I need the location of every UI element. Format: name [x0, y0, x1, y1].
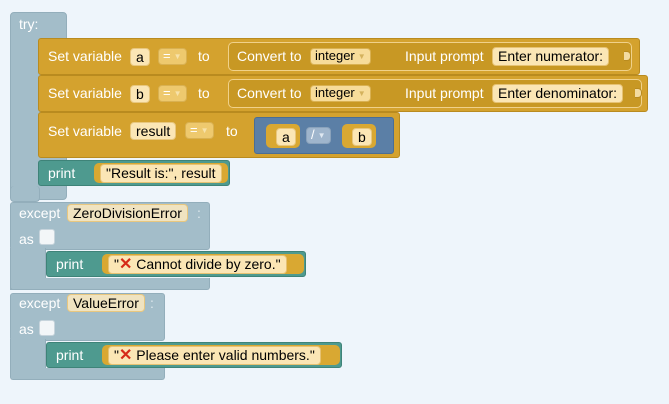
except-keyword: except: [19, 295, 61, 311]
print-args-field[interactable]: "Result is:", result: [100, 164, 222, 183]
try-block-footer: [10, 186, 40, 202]
error-message-text: Please enter valid numbers.": [136, 347, 315, 363]
print-label: print: [56, 347, 84, 363]
dropdown-arrow-icon: ▼: [173, 89, 182, 98]
dropdown-arrow-icon: ▼: [357, 52, 366, 61]
print-message-field[interactable]: "✕ Cannot divide by zero.": [108, 255, 287, 274]
variable-name-b[interactable]: b: [130, 85, 150, 103]
set-variable-label: Set variable: [48, 85, 122, 101]
operand-a[interactable]: a: [276, 128, 296, 146]
as-keyword: as: [19, 231, 34, 247]
assign-operator: =: [163, 48, 171, 63]
variable-name-result[interactable]: result: [130, 122, 177, 140]
to-label: to: [198, 48, 210, 64]
type-value: integer: [315, 85, 355, 100]
type-dropdown-a[interactable]: integer ▼: [310, 48, 371, 65]
error-message-text: Cannot divide by zero.": [136, 256, 281, 272]
try-keyword: try:: [19, 16, 39, 32]
input-prompt-label: Input prompt: [405, 48, 484, 64]
print-message-field[interactable]: "✕ Please enter valid numbers.": [108, 346, 321, 365]
operator-symbol: /: [311, 127, 315, 142]
except-keyword: except: [19, 205, 61, 221]
input-prompt-label: Input prompt: [405, 85, 484, 101]
type-value: integer: [315, 48, 355, 63]
as-keyword: as: [19, 321, 34, 337]
except-zerodivision-footer: [10, 278, 210, 290]
except-colon: :: [150, 295, 154, 311]
cross-mark-icon: ✕: [118, 256, 133, 273]
dropdown-arrow-icon: ▼: [317, 131, 326, 140]
to-label: to: [198, 85, 210, 101]
prompt-text-b[interactable]: Enter denominator:: [492, 84, 624, 103]
assign-operator: =: [163, 85, 171, 100]
to-label: to: [226, 123, 238, 139]
operator-dropdown[interactable]: / ▼: [306, 127, 331, 144]
operand-b[interactable]: b: [352, 128, 372, 146]
print-label: print: [56, 256, 84, 272]
exception-type-field[interactable]: ZeroDivisionError: [67, 204, 188, 222]
connector-notch: [635, 88, 642, 98]
exception-type-field[interactable]: ValueError: [67, 294, 145, 312]
convert-to-label: Convert to: [237, 48, 302, 64]
as-checkbox[interactable]: [39, 229, 55, 245]
assign-operator-dropdown[interactable]: = ▼: [158, 48, 187, 65]
dropdown-arrow-icon: ▼: [357, 89, 366, 98]
variable-name-a[interactable]: a: [130, 48, 150, 66]
print-label: print: [48, 165, 76, 181]
assign-operator: =: [190, 122, 198, 137]
except-colon: :: [197, 205, 201, 221]
assign-operator-dropdown[interactable]: = ▼: [185, 122, 214, 139]
as-checkbox[interactable]: [39, 320, 55, 336]
dropdown-arrow-icon: ▼: [200, 126, 209, 135]
connector-notch: [624, 51, 631, 61]
type-dropdown-b[interactable]: integer ▼: [310, 85, 371, 102]
set-variable-label: Set variable: [48, 123, 122, 139]
assign-operator-dropdown[interactable]: = ▼: [158, 85, 187, 102]
except-valueerror-body: [10, 339, 46, 369]
convert-to-label: Convert to: [237, 85, 302, 101]
except-valueerror-footer: [10, 368, 165, 380]
cross-mark-icon: ✕: [118, 347, 133, 364]
dropdown-arrow-icon: ▼: [173, 52, 182, 61]
set-variable-label: Set variable: [48, 48, 122, 64]
prompt-text-a[interactable]: Enter numerator:: [492, 47, 610, 66]
